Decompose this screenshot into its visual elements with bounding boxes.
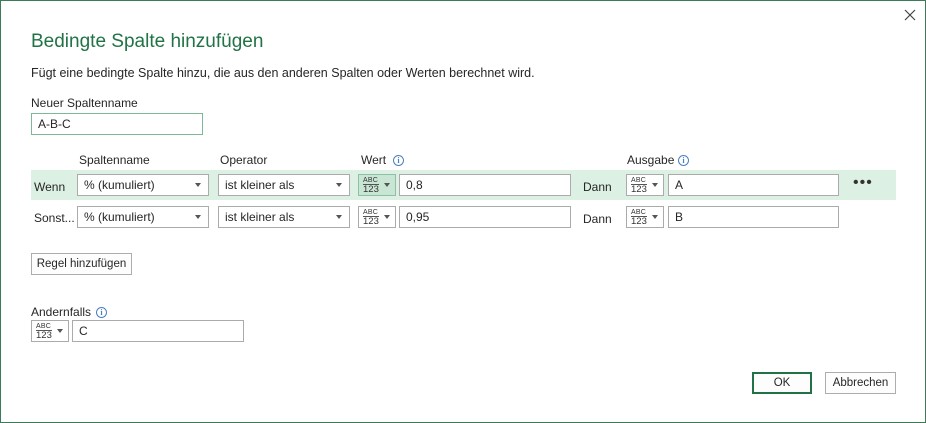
type-123-label: 123	[631, 216, 647, 227]
rule-1-then-label: Dann	[583, 180, 612, 194]
chevron-down-icon	[652, 183, 658, 187]
chevron-down-icon	[195, 183, 201, 187]
type-abc-label: ABC	[363, 177, 378, 184]
column-header-label: Spaltenname	[79, 153, 150, 167]
rule-1-operator-select[interactable]: ist kleiner als	[218, 174, 350, 196]
rule-2-column-value: % (kumuliert)	[84, 210, 155, 224]
rule-1-operator-value: ist kleiner als	[225, 178, 295, 192]
chevron-down-icon	[336, 183, 342, 187]
chevron-down-icon	[195, 215, 201, 219]
ok-button[interactable]: OK	[752, 372, 812, 394]
operator-header-label: Operator	[220, 153, 268, 167]
chevron-down-icon	[336, 215, 342, 219]
type-abc-label: ABC	[363, 209, 378, 216]
rule-1-output-input[interactable]	[668, 174, 839, 196]
new-column-name-input[interactable]	[31, 113, 203, 135]
type-abc-label: ABC	[631, 177, 646, 184]
otherwise-label: Andernfalls	[31, 305, 92, 319]
rule-2-output-type-button[interactable]: ABC 123	[626, 206, 664, 228]
output-info-icon[interactable]: i	[678, 155, 689, 166]
close-icon[interactable]	[901, 6, 919, 24]
otherwise-type-button[interactable]: ABC 123	[31, 320, 69, 342]
add-conditional-column-dialog: Bedingte Spalte hinzufügen Fügt eine bed…	[0, 0, 926, 423]
output-header-label: Ausgabe	[627, 153, 675, 167]
otherwise-info-icon[interactable]: i	[96, 307, 107, 318]
rule-1-value-input[interactable]	[399, 174, 571, 196]
rule-2-column-select[interactable]: % (kumuliert)	[77, 206, 209, 228]
new-column-name-label: Neuer Spaltenname	[31, 96, 138, 110]
rule-2-output-input[interactable]	[668, 206, 839, 228]
dialog-subtitle: Fügt eine bedingte Spalte hinzu, die aus…	[31, 66, 535, 80]
rule-1-value-type-button[interactable]: ABC 123	[358, 174, 396, 196]
type-123-label: 123	[36, 330, 52, 341]
value-header-label: Wert	[361, 153, 387, 167]
ellipsis-icon[interactable]: •••	[853, 175, 873, 191]
value-info-icon[interactable]: i	[393, 155, 404, 166]
chevron-down-icon	[384, 183, 390, 187]
type-123-label: 123	[363, 216, 379, 227]
rule-2-operator-select[interactable]: ist kleiner als	[218, 206, 350, 228]
chevron-down-icon	[384, 215, 390, 219]
rule-2-then-label: Dann	[583, 212, 612, 226]
type-123-label: 123	[363, 184, 379, 195]
type-123-label: 123	[631, 184, 647, 195]
type-abc-label: ABC	[36, 323, 51, 330]
chevron-down-icon	[652, 215, 658, 219]
rule-2-operator-value: ist kleiner als	[225, 210, 295, 224]
rule-1-column-select[interactable]: % (kumuliert)	[77, 174, 209, 196]
rule-1-prefix: Wenn	[34, 180, 66, 194]
add-rule-button[interactable]: Regel hinzufügen	[31, 253, 132, 275]
rule-1-column-value: % (kumuliert)	[84, 178, 155, 192]
chevron-down-icon	[57, 329, 63, 333]
rule-2-value-input[interactable]	[399, 206, 571, 228]
rule-2-prefix: Sonst...	[34, 211, 75, 225]
type-abc-label: ABC	[631, 209, 646, 216]
rule-1-output-type-button[interactable]: ABC 123	[626, 174, 664, 196]
rule-2-value-type-button[interactable]: ABC 123	[358, 206, 396, 228]
cancel-button[interactable]: Abbrechen	[825, 372, 896, 394]
otherwise-input[interactable]	[72, 320, 244, 342]
dialog-title: Bedingte Spalte hinzufügen	[31, 31, 264, 52]
